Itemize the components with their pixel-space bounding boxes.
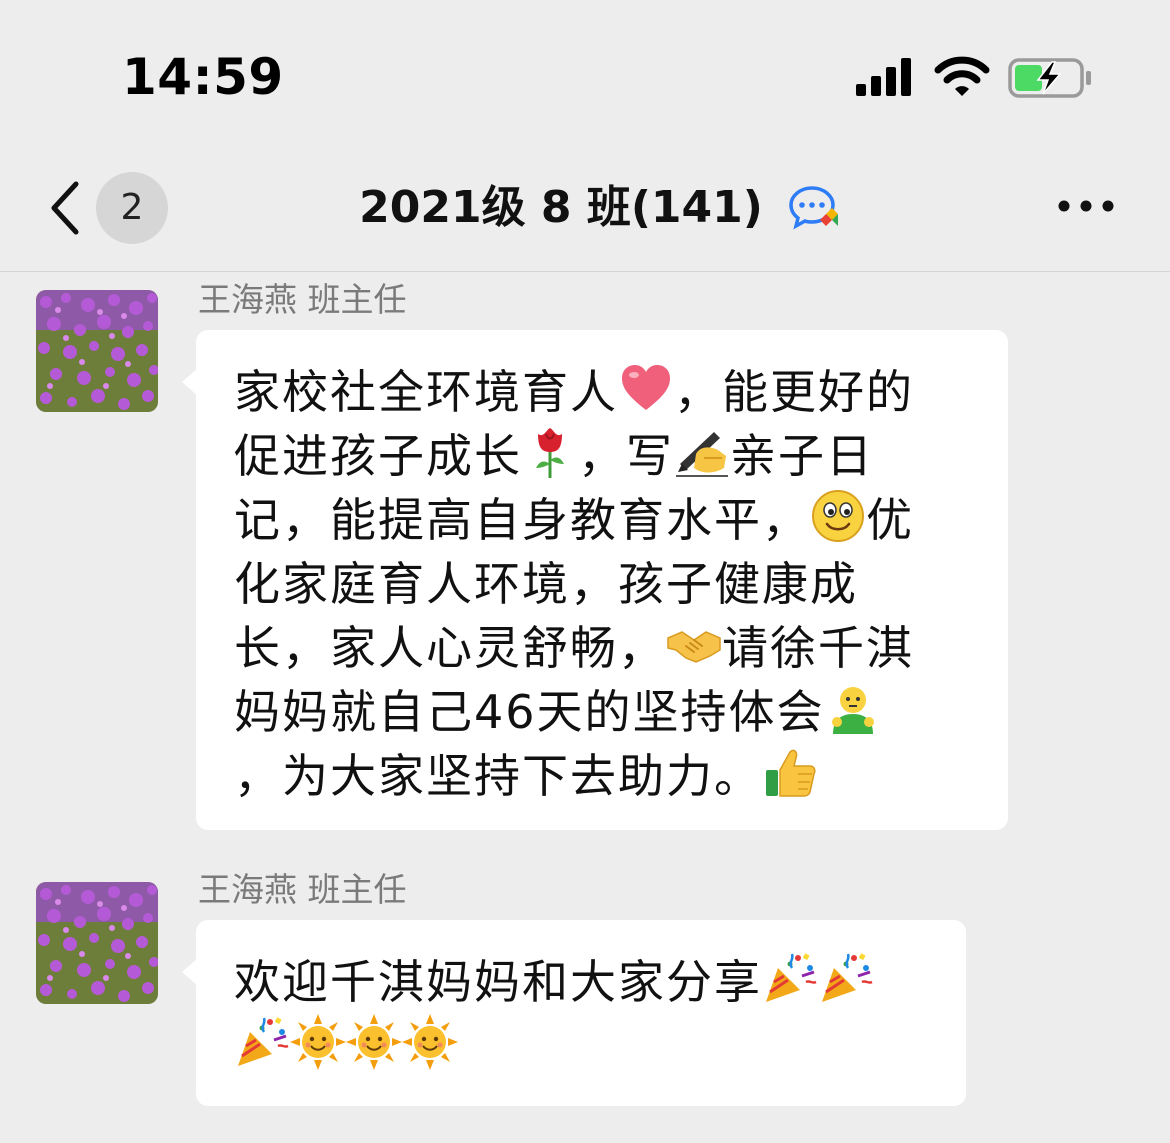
handshake-emoji-icon xyxy=(666,616,722,672)
bubble-tail xyxy=(182,958,198,986)
message-line: 促进孩子成长 ，写 亲子日 xyxy=(234,424,914,488)
party-popper-emoji-icon xyxy=(818,950,874,1006)
message-text-segment: ，能更好的 xyxy=(674,365,914,419)
message-text-segment: ，为大家坚持下去助力。 xyxy=(234,749,762,803)
sender-name: 王海燕 班主任 xyxy=(198,870,407,909)
message-line: 记，能提高自身教育水平， 优 xyxy=(234,488,914,552)
message-line: 欢迎千淇妈妈和大家分享 xyxy=(234,950,874,1014)
sender-avatar[interactable] xyxy=(36,882,158,1004)
chat-title: 2021级 8 班(141) xyxy=(0,180,1170,236)
cellular-signal-icon xyxy=(856,58,911,96)
message-text-segment: 记，能提高自身教育水平， xyxy=(234,493,810,547)
message-text-segment: 亲子日 xyxy=(730,429,874,483)
message-line: 长，家人心灵舒畅， 请徐千淇 xyxy=(234,616,914,680)
message-bubble[interactable]: 欢迎千淇妈妈和大家分享 xyxy=(182,920,966,1106)
message-text: 欢迎千淇妈妈和大家分享 xyxy=(234,950,874,1078)
message-line: 家校社全环境育人 ，能更好的 xyxy=(234,360,914,424)
message-text-segment: 优 xyxy=(866,493,914,547)
chat-title-text: 2021级 8 班(141) xyxy=(359,182,763,233)
battery-charging-icon xyxy=(1008,58,1091,98)
message-text-segment: ，写 xyxy=(578,429,674,483)
message-line: 化家庭育人环境，孩子健康成 xyxy=(234,552,914,616)
sun-emoji-icon xyxy=(346,1014,402,1070)
group-chat-icon[interactable] xyxy=(788,184,840,230)
message-line xyxy=(234,1014,874,1078)
sun-emoji-icon xyxy=(402,1014,458,1070)
heart-emoji-icon xyxy=(618,360,674,416)
rose-emoji-icon xyxy=(522,424,578,480)
message-text-segment: 家校社全环境育人 xyxy=(234,365,618,419)
thumbs-up-emoji-icon xyxy=(762,744,818,800)
sun-emoji-icon xyxy=(290,1014,346,1070)
wifi-icon xyxy=(934,56,990,96)
message-bubble[interactable]: 家校社全环境育人 ，能更好的促进孩子成长 ，写 亲子日记，能提高自身教育水平， 优化家庭… xyxy=(182,330,1008,830)
message-text-segment: 促进孩子成长 xyxy=(234,429,522,483)
status-time: 14:59 xyxy=(122,48,284,106)
sender-name: 王海燕 班主任 xyxy=(198,280,407,319)
message-text: 家校社全环境育人 ，能更好的促进孩子成长 ，写 亲子日记，能提高自身教育水平， 优化家庭… xyxy=(234,360,914,808)
more-dots-icon[interactable] xyxy=(1058,196,1114,216)
message-text-segment: 请徐千淇 xyxy=(722,621,914,675)
message-text-segment: 化家庭育人环境，孩子健康成 xyxy=(234,557,858,611)
message-line: 妈妈就自己46天的坚持体会 xyxy=(234,680,914,744)
purple-flowers-avatar-image xyxy=(36,882,158,1004)
message-text-segment: 欢迎千淇妈妈和大家分享 xyxy=(234,955,762,1009)
bubble-tail xyxy=(182,368,198,396)
sender-avatar[interactable] xyxy=(36,290,158,412)
smile-emoji-icon xyxy=(810,488,866,544)
message-text-segment: 妈妈就自己46天的坚持体会 xyxy=(234,685,825,739)
message-text-segment: 长，家人心灵舒畅， xyxy=(234,621,666,675)
party-popper-emoji-icon xyxy=(762,950,818,1006)
status-bar: 14:59 xyxy=(0,0,1170,150)
chat-screen: 14:59 2 2021级 8 班(141) 王海燕 班主任 家校社全环境育人 … xyxy=(0,0,1170,1143)
purple-flowers-avatar-image xyxy=(36,290,158,412)
person-emoji-icon xyxy=(825,680,881,736)
nav-divider xyxy=(0,271,1170,272)
message-line: ，为大家坚持下去助力。 xyxy=(234,744,914,808)
party-popper-emoji-icon xyxy=(234,1014,290,1070)
writing-hand-emoji-icon xyxy=(674,424,730,480)
